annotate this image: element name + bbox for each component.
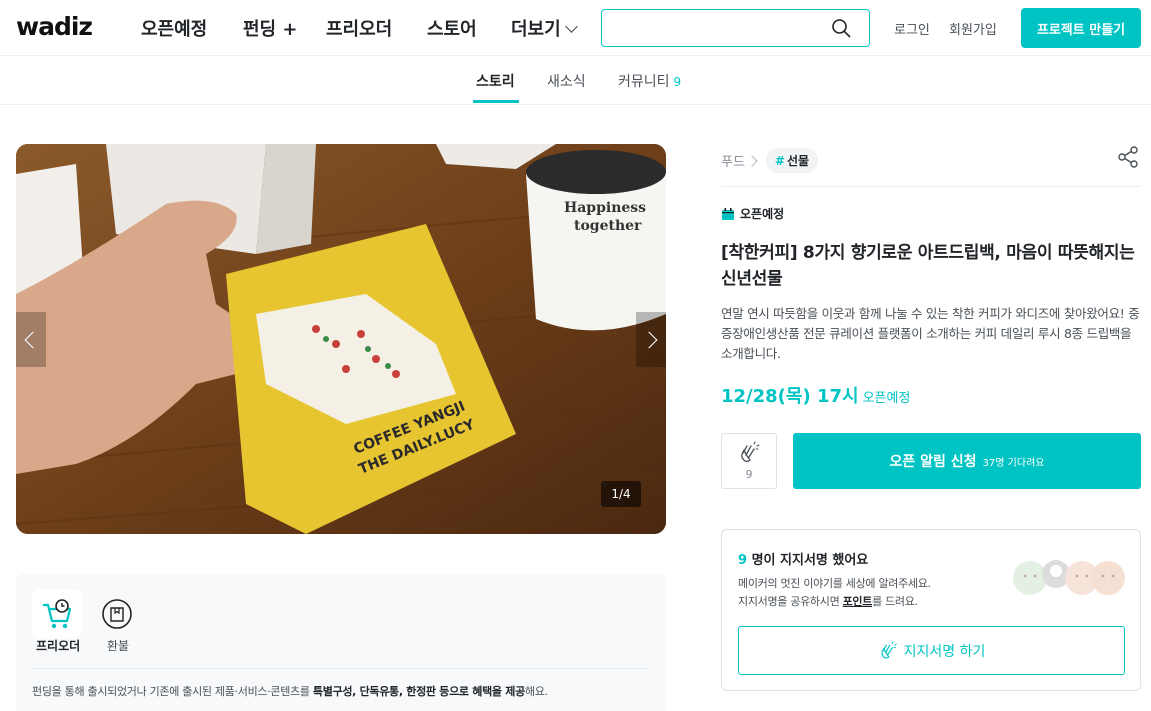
divider (32, 668, 650, 669)
search-input[interactable] (612, 10, 832, 44)
signup-link[interactable]: 회원가입 (949, 19, 997, 38)
chevron-right-icon (746, 154, 758, 167)
nav-funding[interactable]: 펀딩 + (243, 15, 297, 41)
tab-community[interactable]: 커뮤니티 9 (618, 71, 681, 91)
like-button[interactable]: 9 (721, 433, 777, 489)
refund-icon (92, 589, 142, 639)
tab-news[interactable]: 새소식 (547, 71, 586, 91)
project-image-carousel[interactable]: Happiness together COFFEE YANGJI THE DAI… (16, 144, 666, 534)
support-title-text: 명이 지지서명 했어요 (747, 553, 869, 568)
global-header: wadiz 오픈예정 펀딩 + 프리오더 스토어 더보기 로그인 회원가입 프로… (0, 0, 1151, 56)
svg-text:Happiness: Happiness (564, 200, 646, 216)
tab-story[interactable]: 스토리 (476, 71, 515, 91)
svg-text:together: together (574, 218, 642, 234)
nav-upcoming[interactable]: 오픈예정 (141, 15, 207, 41)
notify-subtext: 37명 기다려요 (982, 457, 1045, 469)
project-description: 연말 연시 따듯함을 이웃과 함께 나눌 수 있는 착한 커피가 와디즈에 찾아… (721, 306, 1140, 361)
carousel-prev-button[interactable] (16, 312, 46, 367)
project-title: [착한커피] 8가지 향기로운 아트드립백, 마음이 따뜻해지는 신년선물 (721, 243, 1135, 289)
product-photo: Happiness together COFFEE YANGJI THE DAI… (16, 144, 666, 534)
breadcrumb: 푸드 # 선물 (721, 148, 819, 173)
nav-more[interactable]: 더보기 (511, 15, 578, 41)
support-sign-button[interactable]: 지지서명 하기 (738, 626, 1125, 675)
share-icon[interactable] (1117, 146, 1139, 168)
support-line-2-bold: 포인트 (842, 595, 873, 608)
support-description: 메이커의 멋진 이야기를 세상에 알려주세요. 지지서명을 공유하시면 포인트를… (738, 575, 931, 611)
carousel-pager: 1/4 (601, 481, 641, 507)
community-count-badge: 9 (673, 75, 682, 89)
search-icon[interactable] (831, 18, 851, 38)
support-line-2-prefix: 지지서명을 공유하시면 (738, 595, 843, 608)
nav-more-label: 더보기 (511, 19, 561, 40)
refund-label: 환불 (107, 639, 130, 653)
project-status: 오픈예정 (721, 205, 784, 222)
support-line-2-suffix: 를 드려요. (872, 595, 918, 608)
search-box[interactable] (601, 9, 870, 47)
chevron-left-icon (24, 331, 42, 348)
open-date-label: 오픈예정 (862, 391, 911, 406)
preorder-label: 프리오더 (36, 639, 81, 653)
login-link[interactable]: 로그인 (894, 19, 930, 38)
chevron-right-icon (640, 331, 658, 348)
active-tab-indicator (473, 100, 519, 103)
supporter-avatars (1013, 560, 1125, 595)
support-title: 9 명이 지지서명 했어요 (738, 549, 868, 568)
support-button-label: 지지서명 하기 (903, 643, 986, 660)
nav-preorder[interactable]: 프리오더 (326, 15, 392, 41)
project-tabs: 스토리 새소식 커뮤니티 9 (0, 56, 1151, 105)
tag-label: 선물 (786, 154, 810, 168)
notify-label: 오픈 알림 신청 (889, 454, 977, 470)
desc-prefix: 펀딩을 통해 출시되었거나 기존에 출시된 제품·서비스·콘텐츠를 (32, 685, 313, 698)
category-link[interactable]: 푸드 (721, 151, 745, 170)
calendar-icon (722, 207, 734, 220)
open-notify-button[interactable]: 오픈 알림 신청 37명 기다려요 (793, 433, 1141, 489)
create-project-button[interactable]: 프로젝트 만들기 (1021, 8, 1141, 48)
support-count: 9 (738, 553, 748, 568)
preorder-description: 펀딩을 통해 출시되었거나 기존에 출시된 제품·서비스·콘텐츠를 특별구성, … (32, 683, 548, 699)
preorder-info-box: 프리오더 환불 펀딩을 통해 출시되었거나 기존에 출시된 제품·서비스·콘텐츠… (16, 574, 666, 711)
chevron-down-icon (564, 20, 578, 33)
status-label: 오픈예정 (740, 207, 785, 221)
clap-icon (881, 640, 897, 659)
tab-community-label: 커뮤니티 (618, 74, 670, 90)
support-signature-card: 9 명이 지지서명 했어요 메이커의 멋진 이야기를 세상에 알려주세요. 지지… (721, 529, 1141, 691)
open-date-value: 12/28(목) 17시 (721, 386, 859, 407)
nav-store[interactable]: 스토어 (427, 15, 477, 41)
support-line-1: 메이커의 멋진 이야기를 세상에 알려주세요. (738, 577, 931, 590)
divider (721, 186, 1141, 187)
desc-suffix: 해요. (524, 685, 548, 698)
desc-bold: 특별구성, 단독유통, 한정판 등으로 혜택을 제공 (312, 685, 525, 698)
open-date: 12/28(목) 17시 오픈예정 (721, 382, 910, 408)
carousel-next-button[interactable] (636, 312, 666, 367)
support-line-2: 지지서명을 공유하시면 포인트를 드려요. (738, 593, 931, 611)
like-count: 9 (745, 468, 753, 481)
tag-chip[interactable]: # 선물 (765, 148, 819, 173)
wadiz-logo[interactable]: wadiz (16, 12, 93, 41)
preorder-icon (32, 589, 82, 639)
clap-icon (741, 441, 760, 462)
